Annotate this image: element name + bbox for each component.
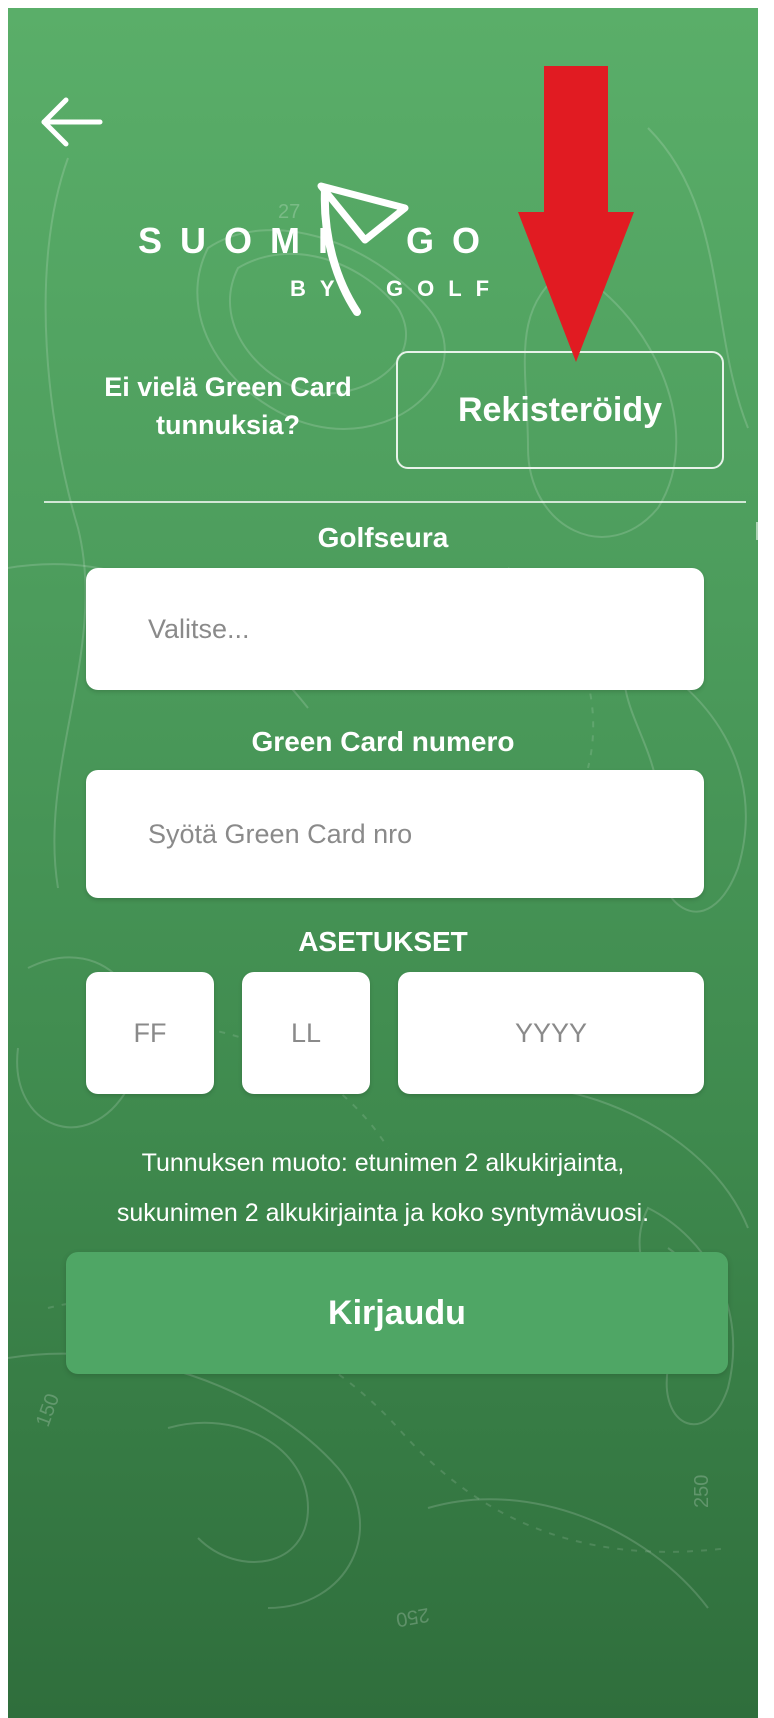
map-label-250-bottom: 250 — [394, 1603, 431, 1630]
section-divider — [44, 501, 746, 503]
logo-word-right: GO — [406, 220, 499, 261]
suomigolf-logo: SUOMI GO BY GOLF — [138, 178, 658, 328]
club-select[interactable]: Valitse... — [86, 568, 704, 690]
login-button[interactable]: Kirjaudu — [66, 1252, 728, 1374]
register-prompt: Ei vielä Green Card tunnuksia? — [68, 368, 388, 444]
map-label-150-left: 150 — [32, 1391, 64, 1430]
club-label: Golfseura — [317, 522, 449, 553]
birth-year-input[interactable] — [398, 972, 704, 1094]
green-card-input[interactable] — [86, 770, 704, 898]
username-format-hint: Tunnuksen muoto: etunimen 2 alkukirjaint… — [8, 1138, 758, 1238]
first-name-initials-input[interactable] — [86, 972, 214, 1094]
register-button[interactable]: Rekisteröidy — [396, 351, 724, 469]
arrow-left-icon[interactable] — [36, 94, 106, 150]
hint-line1: Tunnuksen muoto: etunimen 2 alkukirjaint… — [141, 1149, 625, 1177]
green-card-label: Green Card numero — [251, 726, 515, 757]
register-prompt-line2: tunnuksia? — [155, 410, 300, 440]
logo-sub-golf: GOLF — [386, 276, 504, 301]
logo-sub-by: BY — [290, 276, 349, 301]
login-screen: 250 250 150 27 SUOMI GO BY GOLF Ei vielä… — [8, 8, 758, 1718]
last-name-initials-input[interactable] — [242, 972, 370, 1094]
settings-label: ASETUKSET — [298, 926, 468, 957]
register-prompt-line1: Ei vielä Green Card — [104, 372, 352, 402]
map-label-250-right: 250 — [691, 1475, 713, 1508]
hint-line2: sukunimen 2 alkukirjainta ja koko syntym… — [116, 1199, 650, 1227]
